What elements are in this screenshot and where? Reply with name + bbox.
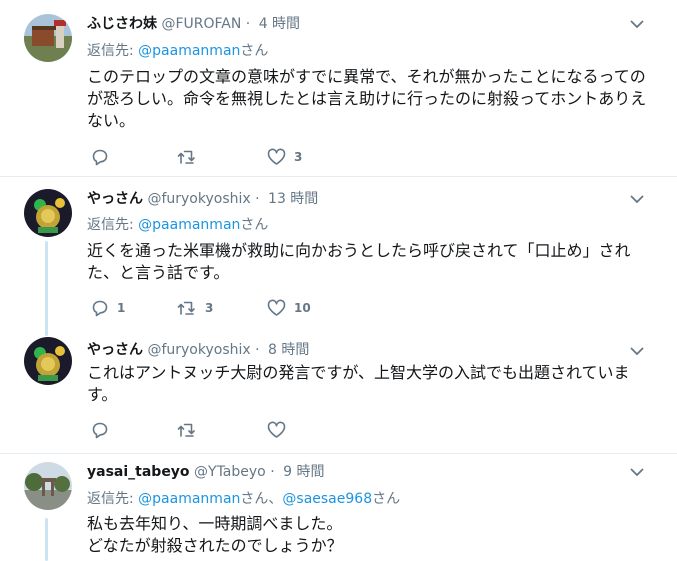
display-name[interactable]: ふじさわ妹 — [87, 16, 157, 32]
reply-button[interactable] — [91, 420, 109, 440]
reply-icon — [92, 149, 108, 166]
reply-separator: さん、 — [240, 491, 283, 507]
reply-suffix: さん — [240, 43, 269, 59]
reply-prefix: 返信先: — [87, 491, 139, 507]
reply-icon — [92, 300, 108, 317]
chevron-down-icon[interactable] — [629, 191, 645, 207]
like-button[interactable]: 10 — [267, 298, 311, 318]
retweet-icon — [177, 423, 195, 437]
reply-prefix: 返信先: — [87, 217, 139, 233]
heart-icon — [267, 148, 286, 165]
chevron-down-icon[interactable] — [629, 464, 645, 480]
tweet-header: ふじさわ妹 @FUROFAN · 4 時間 — [87, 16, 301, 32]
like-count: 10 — [294, 301, 311, 315]
tweet-text-line: どなたが射殺されたのでしょうか？ — [87, 536, 343, 555]
tweet-header: やっさん @furyokyoshix · 8 時間 — [87, 342, 310, 358]
reply-button[interactable]: 1 — [91, 298, 125, 318]
avatar-yasai[interactable] — [24, 462, 72, 510]
reply-prefix: 返信先: — [87, 43, 139, 59]
tweet-text: このテロップの文章の意味がすでに異常で、それが無かったことになるってのが恐ろしい… — [87, 67, 647, 130]
tweet-header: やっさん @furyokyoshix · 13 時間 — [87, 191, 319, 207]
chevron-down-icon[interactable] — [629, 343, 645, 359]
mention-link[interactable]: @paamanman — [138, 491, 240, 507]
tweet-text: これはアントヌッチ大尉の発言ですが、上智大学の入試でも出題されています。 — [87, 363, 630, 404]
timestamp[interactable]: 9 時間 — [283, 464, 324, 480]
tweet-text: 私も去年知り、一時期調べました。 どなたが射殺されたのでしょうか？ — [87, 513, 647, 557]
like-count: 3 — [294, 150, 303, 164]
mention-link[interactable]: @paamanman — [138, 43, 240, 59]
retweet-button[interactable]: 3 — [177, 298, 213, 318]
display-name[interactable]: やっさん — [87, 191, 143, 207]
avatar-yassan[interactable] — [24, 337, 72, 385]
user-handle[interactable]: @YTabeyo — [194, 464, 266, 480]
heart-icon — [267, 299, 286, 316]
timestamp[interactable]: 4 時間 — [259, 16, 300, 32]
tweet-1[interactable]: ふじさわ妹 @FUROFAN · 4 時間 返信先: @paamanmanさん … — [0, 0, 677, 176]
reply-context: 返信先: @paamanmanさん — [87, 40, 268, 60]
heart-icon — [267, 421, 286, 438]
reply-context: 返信先: @paamanmanさん — [87, 214, 268, 234]
tweet-2[interactable]: やっさん @furyokyoshix · 13 時間 返信先: @paamanm… — [0, 177, 677, 327]
reply-icon — [92, 422, 108, 439]
display-name[interactable]: やっさん — [87, 342, 143, 358]
like-button[interactable] — [267, 420, 286, 440]
reply-button[interactable] — [91, 147, 109, 167]
retweet-button[interactable] — [177, 147, 197, 167]
avatar-yassan[interactable] — [24, 189, 72, 237]
retweet-icon — [177, 301, 195, 315]
tweet-text-line: 私も去年知り、一時期調べました。 — [87, 514, 343, 533]
user-handle[interactable]: @furyokyoshix — [147, 342, 250, 358]
tweet-text: 近くを通った米軍機が救助に向かおうとしたら呼び戻されて「口止め」された、と言う話… — [87, 241, 631, 282]
mention-link[interactable]: @saesae968 — [282, 491, 372, 507]
chevron-down-icon[interactable] — [629, 16, 645, 32]
avatar-fujisawa[interactable] — [24, 14, 72, 62]
display-name[interactable]: yasai_tabeyo — [87, 464, 190, 480]
mention-link[interactable]: @paamanman — [138, 217, 240, 233]
retweet-button[interactable] — [177, 420, 197, 440]
tweet-4[interactable]: yasai_tabeyo @YTabeyo · 9 時間 返信先: @paama… — [0, 454, 677, 561]
reply-suffix: さん — [372, 491, 401, 507]
tweet-header: yasai_tabeyo @YTabeyo · 9 時間 — [87, 464, 325, 480]
like-button[interactable]: 3 — [267, 147, 302, 167]
reply-count: 1 — [117, 301, 126, 315]
tweet-3[interactable]: やっさん @furyokyoshix · 8 時間 これはアントヌッチ大尉の発言… — [0, 327, 677, 453]
reply-context: 返信先: @paamanmanさん、@saesae968さん — [87, 488, 400, 508]
reply-suffix: さん — [240, 217, 269, 233]
user-handle[interactable]: @FUROFAN — [161, 16, 241, 32]
timestamp[interactable]: 13 時間 — [268, 191, 318, 207]
retweet-count: 3 — [205, 301, 214, 315]
retweet-icon — [177, 150, 195, 164]
timestamp[interactable]: 8 時間 — [268, 342, 309, 358]
user-handle[interactable]: @furyokyoshix — [147, 191, 250, 207]
